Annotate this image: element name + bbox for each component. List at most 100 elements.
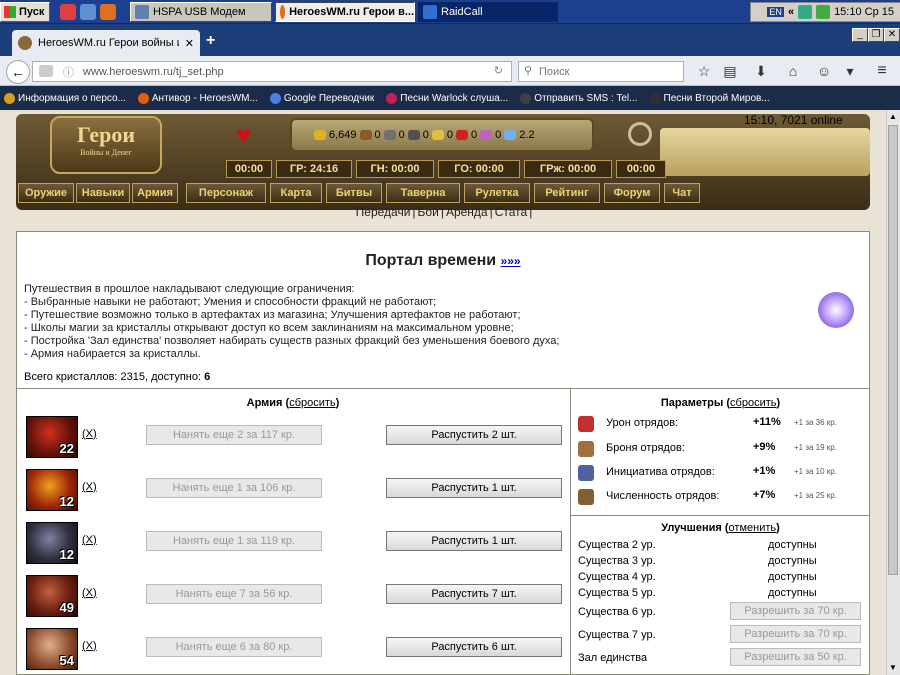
tray-expand-icon[interactable]: « [788, 6, 794, 18]
security-icon[interactable] [816, 5, 831, 19]
menu-army[interactable]: Армия [132, 183, 178, 203]
resource-value: 6,649 [329, 129, 357, 141]
unit-remove-link[interactable]: (X) [82, 534, 97, 546]
allow-button[interactable]: Разрешить за 50 кр. [730, 648, 861, 666]
task-hspa-modem[interactable]: HSPA USB Модем [130, 2, 272, 22]
unit-portrait[interactable]: 54 [26, 628, 78, 670]
bookmark-item[interactable]: Антивор - HeroesWM... [137, 92, 258, 104]
menu-tavern[interactable]: Таверна [386, 183, 460, 203]
unit-portrait[interactable]: 12 [26, 469, 78, 511]
page-icon [39, 65, 53, 77]
hire-button[interactable]: Нанять еще 7 за 56 кр. [146, 584, 322, 604]
desktop-quicklaunch-icon[interactable] [80, 4, 96, 20]
chevron-down-icon[interactable]: ▾ [840, 61, 860, 81]
hire-button[interactable]: Нанять еще 1 за 106 кр. [146, 478, 322, 498]
tray-clock[interactable]: 15:10 Ср 15 [834, 6, 894, 18]
unit-remove-link[interactable]: (X) [82, 481, 97, 493]
reload-icon[interactable]: ↻ [494, 64, 503, 77]
menu-battles[interactable]: Битвы [326, 183, 382, 203]
reading-list-icon[interactable]: ▤ [720, 61, 740, 81]
city-image [660, 128, 870, 176]
menu-forum[interactable]: Форум [604, 183, 660, 203]
menu-character[interactable]: Персонаж [186, 183, 266, 203]
bookmark-item[interactable]: Информация о персо... [4, 92, 126, 104]
home-icon[interactable]: ⌂ [783, 61, 803, 81]
bookmark-item[interactable]: Песни Второй Миров... [649, 92, 770, 104]
bookmarks-toolbar: Информация о персо... Антивор - HeroesWM… [0, 86, 900, 110]
hire-button[interactable]: Нанять еще 6 за 80 кр. [146, 637, 322, 657]
timer: ГО: 00:00 [438, 160, 520, 178]
download-icon[interactable]: ⬇ [751, 61, 771, 81]
title-text: Портал времени [365, 252, 497, 269]
new-tab-icon[interactable]: + [206, 32, 215, 50]
scrollbar-thumb[interactable] [888, 125, 898, 575]
unit-portrait[interactable]: 12 [26, 522, 78, 564]
menu-roulette[interactable]: Рулетка [464, 183, 530, 203]
task-label: HSPA USB Модем [153, 6, 246, 18]
restore-icon[interactable]: ❐ [868, 28, 884, 42]
hire-button[interactable]: Нанять еще 1 за 119 кр. [146, 531, 322, 551]
hire-button[interactable]: Нанять еще 2 за 117 кр. [146, 425, 322, 445]
menu-weapons[interactable]: Оружие [18, 183, 74, 203]
dismiss-button[interactable]: Распустить 2 шт. [386, 425, 562, 445]
params-reset-link[interactable]: сбросить [730, 397, 776, 409]
unit-remove-link[interactable]: (X) [82, 428, 97, 440]
upgrade-row: Существа 3 ур. доступны [578, 555, 868, 571]
yandex-quicklaunch-icon[interactable] [60, 4, 76, 20]
submenu-stats[interactable]: Стата [493, 205, 529, 219]
modem-icon [135, 5, 149, 19]
tab-close-icon[interactable]: ✕ [185, 37, 194, 50]
army-reset-link[interactable]: сбросить [289, 397, 335, 409]
upgrades-cancel-link[interactable]: отменить [729, 522, 777, 534]
language-indicator[interactable]: EN [767, 7, 784, 17]
unit-portrait[interactable]: 22 [26, 416, 78, 458]
info-icon[interactable]: ⓘ [63, 64, 74, 80]
menu-map[interactable]: Карта [270, 183, 322, 203]
submenu-rent[interactable]: Аренда [444, 205, 490, 219]
game-logo[interactable]: Герои Войны и Денег [50, 116, 162, 174]
minimize-icon[interactable]: _ [852, 28, 868, 42]
bookmark-icon [649, 92, 661, 104]
menu-rating[interactable]: Рейтинг [534, 183, 600, 203]
ring-icon[interactable] [628, 122, 652, 146]
search-input[interactable]: ⚲ Поиск [518, 61, 684, 82]
menu-icon[interactable]: ≡ [872, 61, 892, 81]
bookmark-item[interactable]: Google Переводчик [269, 92, 374, 104]
bookmark-item[interactable]: Отправить SMS : Tel... [520, 92, 638, 104]
param-name: Численность отрядов: [606, 490, 720, 502]
extension-icon[interactable]: ☺ [814, 61, 834, 81]
scroll-up-icon[interactable]: ▲ [889, 112, 897, 121]
firefox-quicklaunch-icon[interactable] [100, 4, 116, 20]
x-label: X [85, 428, 94, 440]
scroll-down-icon[interactable]: ▼ [889, 663, 897, 672]
task-raidcall[interactable]: RaidCall [418, 2, 558, 22]
unit-remove-link[interactable]: (X) [82, 640, 97, 652]
close-window-icon[interactable]: ✕ [884, 28, 900, 42]
dismiss-button[interactable]: Распустить 7 шт. [386, 584, 562, 604]
menu-chat[interactable]: Чат [664, 183, 700, 203]
url-bar[interactable]: ⓘ www.heroeswm.ru/tj_set.php ↻ [32, 61, 512, 82]
dismiss-button[interactable]: Распустить 1 шт. [386, 478, 562, 498]
param-value: +11% [753, 416, 781, 428]
portal-link[interactable]: »»» [501, 254, 521, 268]
task-heroeswm[interactable]: HeroesWM.ru Герои в... [275, 2, 415, 22]
submenu-transfers[interactable]: Передачи [354, 205, 413, 219]
submenu-fights[interactable]: Бои [416, 205, 441, 219]
menu-skills[interactable]: Навыки [76, 183, 130, 203]
unit-portrait[interactable]: 49 [26, 575, 78, 617]
bookmark-item[interactable]: Песни Warlock слуша... [386, 92, 508, 104]
dismiss-button[interactable]: Распустить 6 шт. [386, 637, 562, 657]
param-row: Урон отрядов: +11% +1 за 36 кр. [578, 414, 868, 436]
allow-button[interactable]: Разрешить за 70 кр. [730, 602, 861, 620]
allow-button[interactable]: Разрешить за 70 кр. [730, 625, 861, 643]
browser-tab[interactable]: HeroesWM.ru Герои войны и... ✕ [12, 30, 200, 56]
rule-line: - Школы магии за кристаллы открывают дос… [24, 322, 514, 334]
start-button[interactable]: Пуск [0, 2, 50, 22]
heart-icon[interactable]: ♥ [236, 120, 251, 151]
unit-remove-link[interactable]: (X) [82, 587, 97, 599]
system-tray: EN « 15:10 Ср 15 [750, 2, 900, 22]
bookmark-star-icon[interactable]: ☆ [694, 61, 714, 81]
dismiss-button[interactable]: Распустить 1 шт. [386, 531, 562, 551]
network-icon[interactable] [798, 5, 813, 19]
back-arrow-icon[interactable]: ← [6, 60, 30, 84]
